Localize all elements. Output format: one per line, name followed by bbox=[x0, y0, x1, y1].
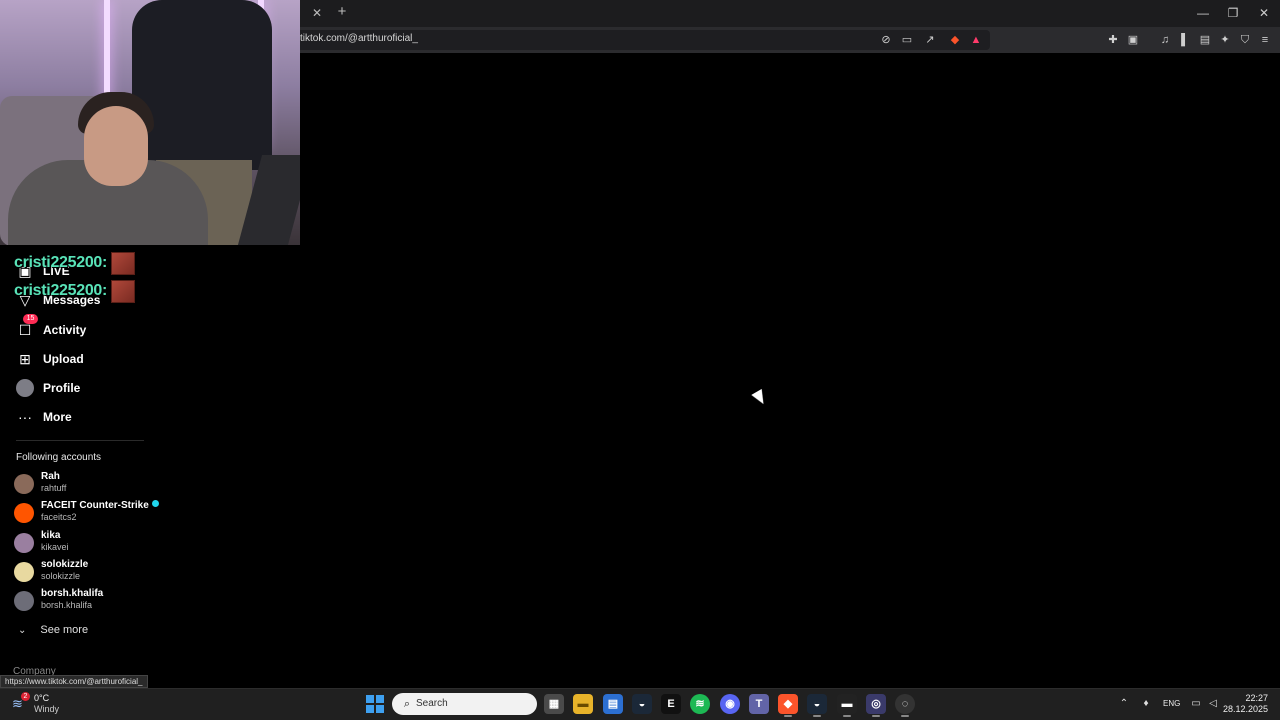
account-avatar bbox=[14, 533, 34, 553]
app-icon[interactable]: ◌ bbox=[895, 694, 915, 714]
account-name: kika bbox=[41, 530, 61, 541]
account-avatar bbox=[14, 503, 34, 523]
leo-ai-icon[interactable]: ✦ bbox=[1217, 32, 1233, 48]
microsoft-store-icon[interactable]: ▤ bbox=[603, 694, 623, 714]
nav-activity[interactable]: ☐ 15 Activity bbox=[14, 314, 87, 342]
start-button[interactable] bbox=[366, 695, 384, 713]
microphone-icon[interactable]: ♦ bbox=[1139, 697, 1153, 711]
account-avatar bbox=[14, 562, 34, 582]
webcam-overlay bbox=[0, 0, 300, 245]
account-name: borsh.khalifa bbox=[41, 588, 104, 599]
brave-rewards-icon[interactable]: ▲ bbox=[968, 32, 984, 48]
minimize-button[interactable]: — bbox=[1189, 3, 1217, 23]
cast-icon[interactable]: ▭ bbox=[899, 32, 915, 48]
wallet-icon[interactable]: ▤ bbox=[1197, 32, 1213, 48]
active-app-indicator bbox=[813, 715, 821, 717]
following-account[interactable]: borsh.khalifa borsh.khalifa bbox=[14, 588, 164, 614]
epic-games-icon[interactable]: E bbox=[661, 694, 681, 714]
sidebar-toggle-icon[interactable]: ▌ bbox=[1177, 32, 1193, 48]
nav-profile[interactable]: Profile bbox=[14, 376, 80, 400]
extensions-icon[interactable]: ✚ bbox=[1105, 32, 1121, 48]
task-view-icon[interactable]: ▦ bbox=[544, 694, 564, 714]
see-more-button[interactable]: ⌄ See more bbox=[18, 622, 88, 638]
language-indicator[interactable]: ENG bbox=[1163, 699, 1180, 708]
chevron-down-icon: ⌄ bbox=[18, 624, 27, 636]
following-account[interactable]: FACEIT Counter-Strike faceitcs2 bbox=[14, 500, 164, 526]
chat-username: cristi225200: bbox=[14, 282, 108, 299]
media-controls-icon[interactable]: ♫ bbox=[1157, 32, 1173, 48]
chat-message: cristi225200: bbox=[14, 251, 136, 275]
nav-more-label: More bbox=[43, 410, 72, 424]
steam-icon[interactable]: ◒ bbox=[632, 694, 652, 714]
account-avatar bbox=[14, 474, 34, 494]
activity-badge: 15 bbox=[23, 314, 38, 324]
following-accounts-title: Following accounts bbox=[16, 452, 102, 463]
tray-overflow-icon[interactable]: ⌃ bbox=[1117, 697, 1131, 711]
restore-button[interactable]: ❐ bbox=[1219, 3, 1247, 23]
active-app-indicator bbox=[901, 715, 909, 717]
nav-upload-label: Upload bbox=[43, 352, 84, 366]
following-account[interactable]: solokizzle solokizzle bbox=[14, 559, 164, 585]
account-handle: rahtuff bbox=[41, 483, 67, 493]
account-handle: solokizzle bbox=[41, 571, 81, 581]
see-more-label: See more bbox=[40, 624, 89, 636]
clock-date[interactable]: 28.12.2025 bbox=[1218, 704, 1268, 714]
address-bar-url: tiktok.com/@artthuroficial_ bbox=[300, 33, 418, 44]
share-icon[interactable]: ↗ bbox=[922, 32, 938, 48]
active-app-indicator bbox=[872, 715, 880, 717]
activity-icon: ☐ 15 bbox=[14, 314, 38, 341]
clock-time[interactable]: 22:27 bbox=[1230, 693, 1268, 703]
mouse-cursor-icon bbox=[751, 388, 769, 408]
brave-shields-icon[interactable]: ◆ bbox=[947, 32, 963, 48]
menu-icon[interactable]: ≡ bbox=[1257, 32, 1273, 48]
account-name: Rah bbox=[41, 471, 60, 482]
file-explorer-icon[interactable]: ▬ bbox=[573, 694, 593, 714]
account-handle: faceitcs2 bbox=[41, 512, 77, 522]
nav-more[interactable]: ··· More bbox=[14, 405, 72, 429]
search-icon: ⌕ bbox=[403, 698, 411, 710]
tab-close-button[interactable]: ✕ bbox=[309, 5, 325, 21]
account-name: solokizzle bbox=[41, 559, 89, 570]
nav-activity-label: Activity bbox=[43, 323, 87, 337]
spotify-icon[interactable]: ≋ bbox=[690, 694, 710, 714]
new-tab-button[interactable]: + bbox=[334, 4, 350, 20]
screenshot-icon[interactable]: ▣ bbox=[1125, 32, 1141, 48]
more-icon: ··· bbox=[18, 409, 32, 425]
link-status-tooltip: https://www.tiktok.com/@artthuroficial_ bbox=[0, 675, 148, 688]
teams-icon[interactable]: T bbox=[749, 694, 769, 714]
verified-icon bbox=[151, 500, 159, 507]
following-account[interactable]: kika kikavei bbox=[14, 530, 164, 556]
chat-emote-icon bbox=[111, 279, 136, 303]
weather-badge: 2 bbox=[21, 692, 30, 701]
media-off-icon[interactable]: ⊘ bbox=[878, 32, 894, 48]
taskbar-search-placeholder: Search bbox=[416, 698, 448, 709]
account-handle: borsh.khalifa bbox=[41, 600, 93, 610]
close-window-button[interactable]: ✕ bbox=[1250, 3, 1278, 23]
nav-profile-label: Profile bbox=[43, 381, 81, 395]
weather-temperature[interactable]: 0°C bbox=[34, 693, 49, 703]
nav-upload[interactable]: ⊞ Upload bbox=[14, 347, 84, 371]
obs-icon[interactable]: ◎ bbox=[866, 694, 886, 714]
account-avatar bbox=[14, 591, 34, 611]
chat-username: cristi225200: bbox=[14, 254, 108, 271]
brave-browser-icon[interactable]: ◆ bbox=[778, 694, 798, 714]
chat-message: cristi225200: bbox=[14, 279, 136, 303]
active-app-indicator bbox=[784, 715, 792, 717]
sidebar-divider bbox=[16, 440, 144, 441]
active-app-indicator bbox=[843, 715, 851, 717]
account-handle: kikavei bbox=[41, 542, 69, 552]
upload-icon: ⊞ bbox=[19, 350, 31, 367]
weather-description[interactable]: Windy bbox=[34, 704, 59, 714]
steam-client-icon[interactable]: ◒ bbox=[807, 694, 827, 714]
vpn-icon[interactable]: ⛉ bbox=[1237, 32, 1253, 48]
following-account[interactable]: Rah rahtuff bbox=[14, 471, 164, 497]
chat-emote-icon bbox=[111, 251, 136, 275]
terminal-icon[interactable]: ▬ bbox=[837, 694, 857, 714]
discord-icon[interactable]: ◉ bbox=[720, 694, 740, 714]
account-name: FACEIT Counter-Strike bbox=[41, 500, 159, 511]
network-icon[interactable]: ▭ bbox=[1189, 697, 1203, 711]
profile-avatar bbox=[14, 377, 36, 399]
